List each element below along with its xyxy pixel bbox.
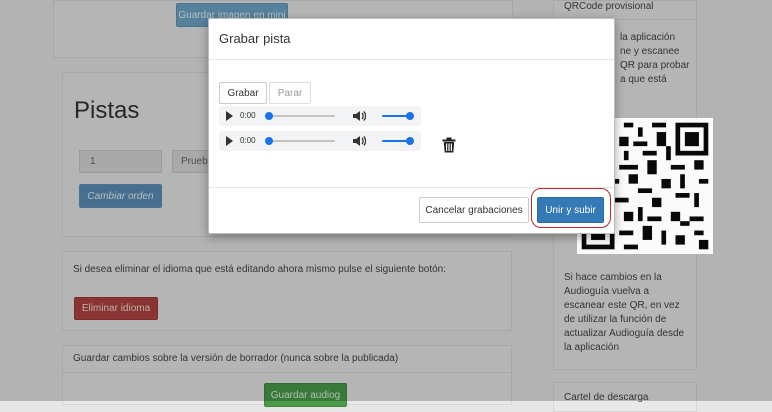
seek-bar[interactable] — [269, 140, 335, 142]
record-track-modal: Grabar pista Grabar Parar 0:00 0:00 Canc… — [208, 18, 615, 234]
time-display: 0:00 — [240, 111, 256, 120]
play-icon[interactable] — [226, 111, 233, 121]
merge-upload-button[interactable]: Unir y subir — [537, 197, 604, 223]
record-button[interactable]: Grabar — [219, 82, 267, 104]
trash-icon[interactable] — [442, 137, 456, 153]
volume-icon[interactable] — [352, 110, 366, 122]
stop-button[interactable]: Parar — [269, 82, 311, 104]
modal-header: Grabar pista — [209, 19, 614, 60]
volume-icon[interactable] — [352, 135, 366, 147]
time-display: 0:00 — [240, 136, 256, 145]
audio-player[interactable]: 0:00 — [219, 131, 421, 151]
volume-handle[interactable] — [406, 137, 414, 145]
volume-handle[interactable] — [406, 112, 414, 120]
seek-bar[interactable] — [269, 115, 335, 117]
seek-handle[interactable] — [265, 137, 273, 145]
play-icon[interactable] — [226, 136, 233, 146]
modal-title: Grabar pista — [219, 31, 291, 46]
cancel-recordings-button[interactable]: Cancelar grabaciones — [419, 197, 529, 223]
seek-handle[interactable] — [265, 112, 273, 120]
modal-footer: Cancelar grabaciones Unir y subir — [209, 187, 614, 234]
audio-player[interactable]: 0:00 — [219, 106, 421, 126]
